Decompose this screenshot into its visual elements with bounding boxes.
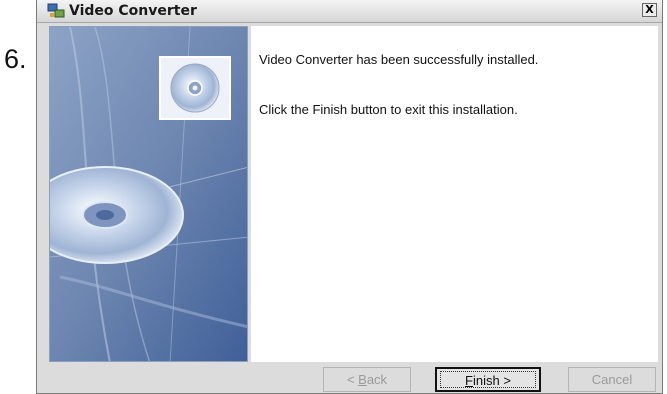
back-prefix: <: [346, 372, 359, 387]
finish-button[interactable]: Finish >: [435, 367, 541, 392]
finish-instruction: Click the Finish button to exit this ins…: [259, 102, 518, 117]
side-banner-image: [49, 26, 248, 362]
installed-message: Video Converter has been successfully in…: [259, 52, 539, 67]
cd-disc-icon: [170, 63, 220, 113]
step-number: 6.: [4, 44, 27, 74]
back-hotkey: B: [358, 372, 367, 387]
finish-label: Finish >: [465, 373, 511, 388]
window-title: Video Converter: [69, 3, 197, 19]
back-button[interactable]: < Back: [323, 367, 411, 392]
close-button[interactable]: X: [642, 3, 657, 17]
content-panel: Video Converter has been successfully in…: [251, 26, 658, 362]
finish-hotkey: F: [465, 373, 473, 388]
cancel-button[interactable]: Cancel: [568, 367, 656, 392]
back-label: ack: [366, 372, 388, 387]
computer-network-icon: [47, 3, 65, 18]
title-bar[interactable]: Video Converter X: [37, 0, 662, 23]
installer-window: Video Converter X Video Converter has be…: [36, 0, 663, 394]
finish-label-rest: inish >: [473, 373, 511, 388]
